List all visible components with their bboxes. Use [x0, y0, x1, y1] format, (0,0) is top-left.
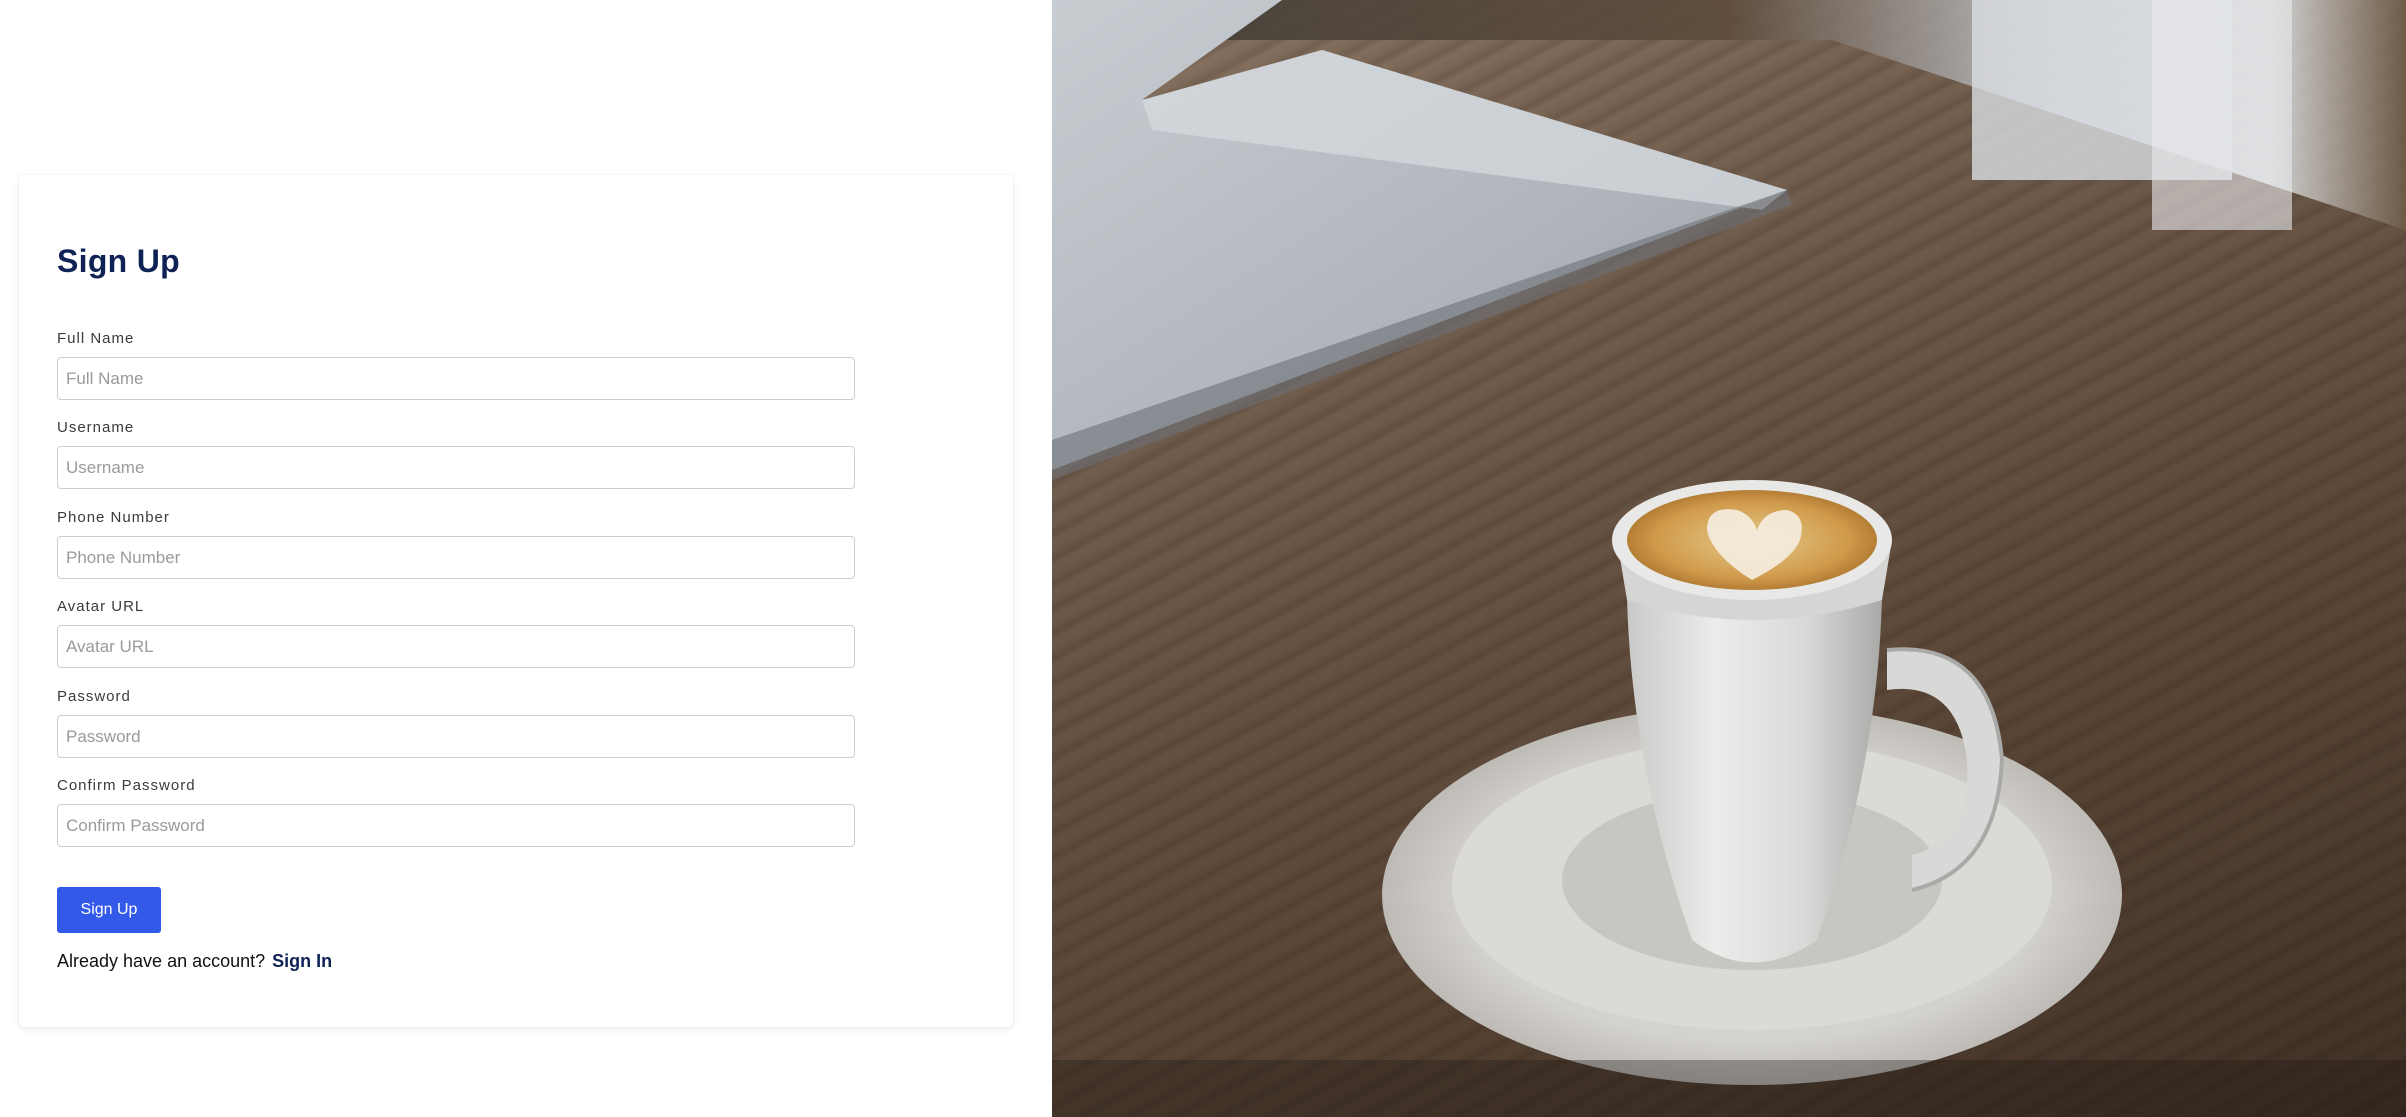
signup-card: Sign Up Full Name Username Phone Number …	[19, 175, 1013, 1027]
confirm-password-input[interactable]	[57, 804, 855, 847]
signup-page: Sign Up Full Name Username Phone Number …	[0, 0, 2406, 1117]
sign-in-link[interactable]: Sign In	[272, 951, 332, 971]
password-field: Password	[57, 688, 855, 758]
username-field: Username	[57, 419, 855, 489]
full-name-label: Full Name	[57, 330, 135, 347]
signin-prompt: Already have an account? Sign In	[57, 951, 332, 972]
password-label: Password	[57, 688, 131, 705]
full-name-input[interactable]	[57, 357, 855, 400]
avatar-url-field: Avatar URL	[57, 598, 855, 668]
confirm-password-label: Confirm Password	[57, 777, 196, 794]
username-input[interactable]	[57, 446, 855, 489]
confirm-password-field: Confirm Password	[57, 777, 855, 847]
page-title: Sign Up	[57, 243, 180, 279]
phone-number-input[interactable]	[57, 536, 855, 579]
coffee-photo-illustration	[1052, 0, 2406, 1117]
coffee-cup-photo	[1052, 0, 2406, 1117]
phone-number-label: Phone Number	[57, 509, 170, 526]
avatar-url-label: Avatar URL	[57, 598, 145, 615]
sign-up-button[interactable]: Sign Up	[57, 887, 161, 933]
username-label: Username	[57, 419, 135, 436]
phone-number-field: Phone Number	[57, 509, 855, 579]
full-name-field: Full Name	[57, 330, 855, 400]
signin-prompt-text: Already have an account?	[57, 951, 266, 971]
password-input[interactable]	[57, 715, 855, 758]
form-panel: Sign Up Full Name Username Phone Number …	[0, 0, 1052, 1117]
avatar-url-input[interactable]	[57, 625, 855, 668]
